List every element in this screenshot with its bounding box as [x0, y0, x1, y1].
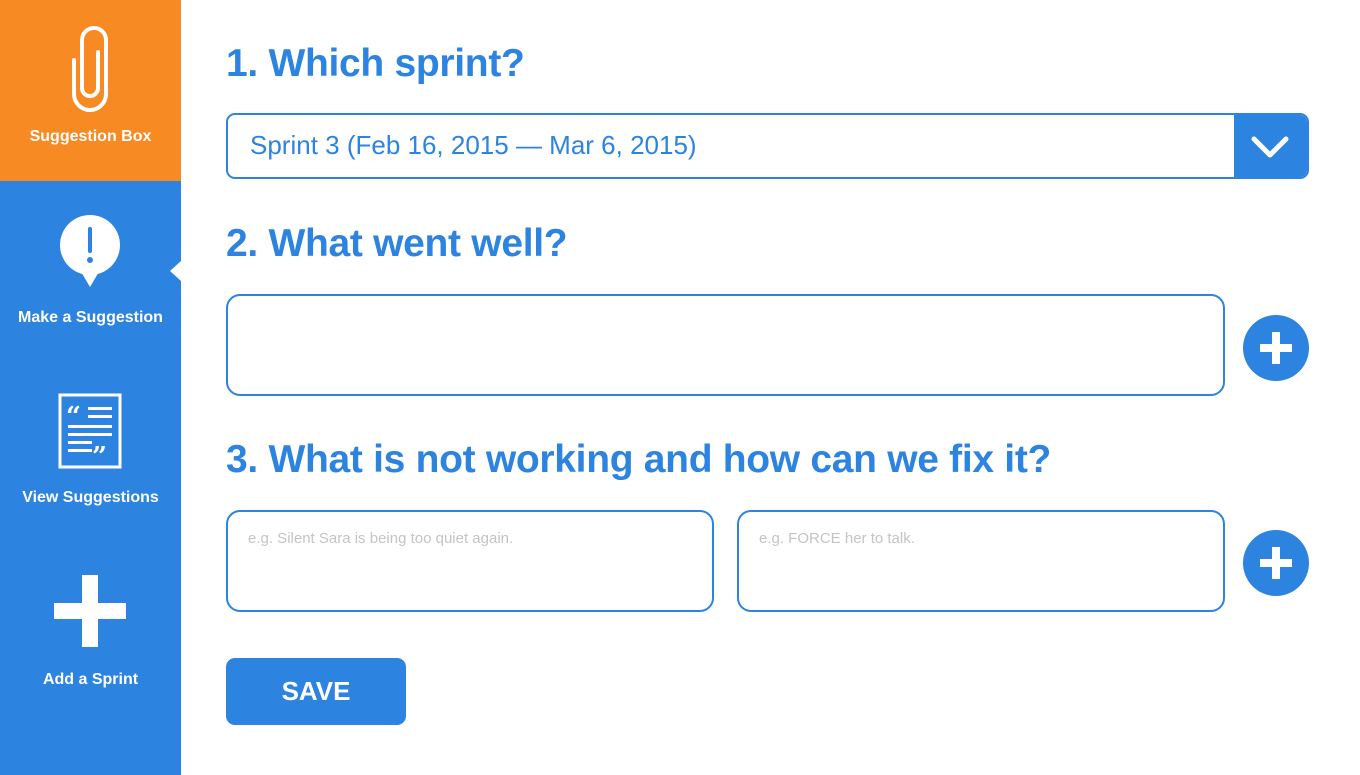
save-button[interactable]: SAVE: [226, 658, 406, 725]
fix-field[interactable]: [737, 510, 1225, 612]
brand-label: Suggestion Box: [29, 128, 152, 145]
went-well-field[interactable]: [226, 294, 1225, 396]
sidebar-item-label: Make a Suggestion: [18, 309, 163, 326]
plus-icon: [54, 575, 126, 647]
dropdown-button[interactable]: [1234, 115, 1307, 177]
question-sprint-title: 1. Which sprint?: [226, 42, 525, 85]
plus-icon: [1260, 332, 1292, 364]
sidebar-item-label: Add a Sprint: [42, 671, 139, 688]
sidebar: Suggestion Box Make a Suggestion “ ” Vie…: [0, 0, 181, 775]
question-went-well-title: 2. What went well?: [226, 222, 568, 265]
sidebar-item-view-suggestions[interactable]: “ ” View Suggestions: [0, 361, 181, 541]
question-not-working-title: 3. What is not working and how can we fi…: [226, 438, 1052, 481]
svg-text:”: ”: [92, 442, 107, 469]
exclamation-bubble-icon: [60, 215, 120, 287]
sprint-select-value: Sprint 3 (Feb 16, 2015 — Mar 6, 2015): [250, 130, 697, 160]
sidebar-item-label: View Suggestions: [22, 489, 159, 506]
sidebar-item-make-suggestion[interactable]: Make a Suggestion: [0, 181, 181, 361]
plus-icon: [1260, 547, 1292, 579]
add-problem-button[interactable]: [1243, 530, 1309, 596]
problem-field[interactable]: [226, 510, 714, 612]
quote-document-icon: “ ”: [58, 393, 122, 469]
sidebar-item-add-sprint[interactable]: Add a Sprint: [0, 541, 181, 721]
chevron-down-icon: [1251, 136, 1289, 158]
active-indicator: [170, 261, 181, 281]
paperclip-icon: [72, 26, 108, 112]
add-went-well-button[interactable]: [1243, 315, 1309, 381]
sprint-select[interactable]: Sprint 3 (Feb 16, 2015 — Mar 6, 2015): [226, 113, 1309, 179]
brand-logo[interactable]: Suggestion Box: [0, 0, 181, 181]
